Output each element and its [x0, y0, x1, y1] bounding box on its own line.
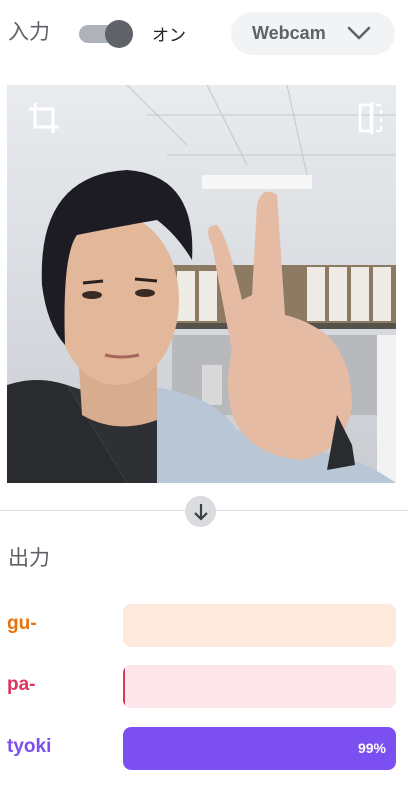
- crop-icon: [29, 103, 59, 133]
- arrow-down-icon: [185, 496, 216, 527]
- source-select[interactable]: Webcam: [231, 12, 395, 55]
- input-header: 入力 オン Webcam: [0, 0, 408, 66]
- webcam-preview: [7, 85, 396, 483]
- confidence-bar: [123, 604, 396, 647]
- webcam-frame-image: [7, 85, 396, 483]
- webcam-toggle[interactable]: [79, 20, 133, 48]
- class-name: pa-: [7, 674, 36, 695]
- source-select-value: Webcam: [252, 23, 326, 43]
- confidence-percent: 99%: [357, 740, 386, 756]
- confidence-bar: 99%: [123, 727, 396, 770]
- output-label: 出力: [8, 546, 50, 570]
- toggle-knob: [105, 20, 133, 48]
- crop-button[interactable]: [23, 97, 65, 139]
- flip-icon: [358, 102, 383, 134]
- confidence-bar-fill: [123, 665, 126, 708]
- flip-button[interactable]: [351, 97, 393, 139]
- chevron-down-icon: [347, 26, 371, 40]
- class-row-pa: pa-: [0, 665, 408, 709]
- toggle-state-label: オン: [152, 26, 186, 46]
- class-row-tyoki: tyoki 99%: [0, 727, 408, 771]
- confidence-bar: [123, 665, 396, 708]
- confidence-bar-fill: [123, 727, 396, 770]
- input-label: 入力: [8, 20, 50, 44]
- class-name: tyoki: [7, 736, 52, 757]
- class-row-gu: gu-: [0, 604, 408, 648]
- class-name: gu-: [7, 613, 37, 634]
